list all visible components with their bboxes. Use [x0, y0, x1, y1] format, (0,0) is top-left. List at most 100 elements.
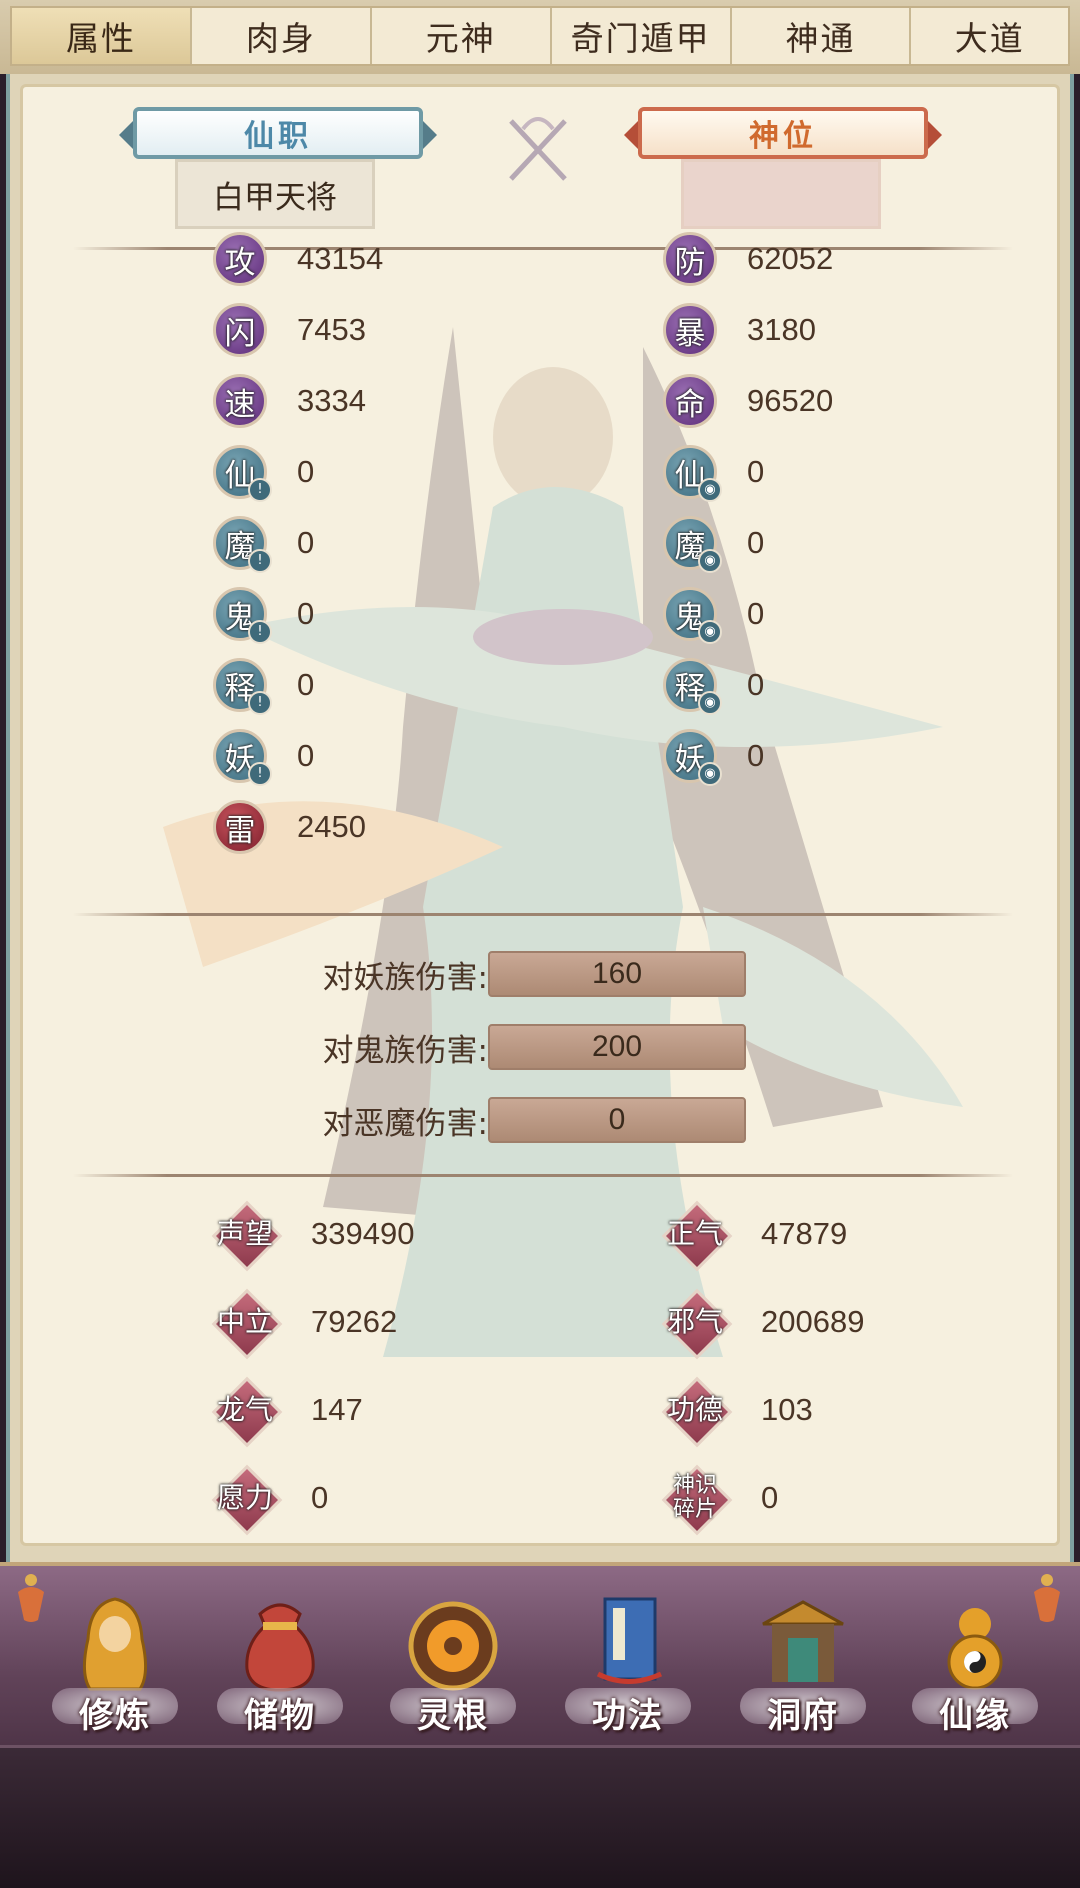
- shield-mark-icon: ◉: [698, 620, 722, 644]
- immortal-def-icon: 仙 ◉: [663, 445, 722, 502]
- damage-value: 160: [488, 951, 746, 997]
- tab-body[interactable]: 肉身: [192, 8, 372, 64]
- immortal-post-title: 仙职: [244, 119, 312, 154]
- nav-spirit-root-button[interactable]: 灵根: [378, 1588, 528, 1738]
- rep-dragon-qi: 龙气 147: [213, 1375, 363, 1445]
- stat-value: 0: [297, 525, 315, 560]
- section-divider: [73, 1174, 1013, 1177]
- god-rank-title: 神位: [749, 119, 817, 154]
- rep-value: 103: [761, 1392, 813, 1427]
- stat-ghost-attack: 鬼! 0: [213, 584, 314, 644]
- rep-soul-fragment: 神识碎片 0: [663, 1463, 778, 1533]
- cultivation-monk-icon: [83, 1597, 147, 1691]
- damage-label: 对妖族伤害:: [322, 959, 488, 996]
- thunder-icon: 雷: [213, 800, 267, 854]
- stat-demon-defense: 魔 ◉ 0: [663, 513, 764, 573]
- nav-label: 仙缘: [939, 1696, 1011, 1736]
- tab-divine-power[interactable]: 神通: [732, 8, 912, 64]
- nav-label: 储物: [244, 1696, 316, 1736]
- tab-qimen[interactable]: 奇门遁甲: [552, 8, 732, 64]
- stat-monster-attack: 妖! 0: [213, 726, 314, 786]
- tab-list: 属性 肉身 元神 奇门遁甲 神通 大道: [10, 6, 1070, 66]
- rep-neutral: 中立 79262: [213, 1287, 397, 1357]
- shield-mark-icon: ◉: [698, 691, 722, 715]
- stat-hp: 命 96520: [663, 371, 833, 431]
- stat-value: 0: [747, 525, 765, 560]
- nav-cave-mansion-button[interactable]: 洞府: [728, 1588, 878, 1738]
- technique-book-icon: [596, 1597, 663, 1684]
- rep-value: 79262: [311, 1304, 398, 1339]
- damage-vs-ghost: 对鬼族伤害: 200: [263, 1022, 746, 1072]
- ghost-atk-icon: 鬼!: [213, 587, 272, 644]
- buddha-atk-icon: 释!: [213, 658, 272, 715]
- attack-mark-icon: !: [248, 478, 272, 502]
- immortal-post-value: 白甲天将: [175, 159, 375, 229]
- badge-right-arrow-icon: [423, 121, 437, 149]
- crossed-swords-icon: [509, 117, 567, 181]
- ghost-def-icon: 鬼 ◉: [663, 587, 722, 644]
- nav-immortal-fate-button[interactable]: 仙缘: [900, 1588, 1050, 1738]
- hp-icon: 命: [663, 374, 717, 428]
- rep-value: 0: [311, 1480, 329, 1515]
- god-rank-badge[interactable]: 神位: [624, 107, 942, 159]
- rep-righteous: 正气 47879: [663, 1199, 847, 1269]
- badge-right-arrow-icon: [928, 121, 942, 149]
- stat-crit: 暴 3180: [663, 300, 816, 360]
- rep-value: 339490: [311, 1216, 415, 1251]
- prestige-icon: 声望: [213, 1202, 277, 1266]
- rep-merit: 功德 103: [663, 1375, 813, 1445]
- tab-spirit[interactable]: 元神: [372, 8, 552, 64]
- neutral-icon: 中立: [213, 1290, 277, 1354]
- section-divider: [73, 913, 1013, 916]
- monster-atk-icon: 妖!: [213, 729, 272, 786]
- nav-label: 灵根: [417, 1696, 489, 1736]
- storage-bag-icon: [245, 1603, 315, 1692]
- rep-wish-power: 愿力 0: [213, 1463, 328, 1533]
- stat-attack: 攻 43154: [213, 229, 383, 289]
- nav-label: 修炼: [79, 1696, 151, 1736]
- damage-label: 对恶魔伤害:: [322, 1105, 488, 1142]
- stat-value: 0: [747, 667, 765, 702]
- soul-fragment-icon: 神识碎片: [663, 1466, 727, 1530]
- stat-immortal-defense: 仙 ◉ 0: [663, 442, 764, 502]
- demon-atk-icon: 魔!: [213, 516, 272, 573]
- speed-icon: 速: [213, 374, 267, 428]
- badge-left-arrow-icon: [119, 121, 133, 149]
- shield-mark-icon: ◉: [698, 549, 722, 573]
- immortal-atk-icon: 仙!: [213, 445, 272, 502]
- stat-thunder: 雷 2450: [213, 797, 366, 857]
- stat-value: 0: [297, 667, 315, 702]
- merit-icon: 功德: [663, 1378, 727, 1442]
- buddha-def-icon: 释 ◉: [663, 658, 722, 715]
- stat-dodge: 闪 7453: [213, 300, 366, 360]
- nav-cultivation-button[interactable]: 修炼: [40, 1588, 190, 1738]
- stat-value: 0: [297, 454, 315, 489]
- damage-vs-monster: 对妖族伤害: 160: [263, 949, 746, 999]
- stat-buddha-attack: 释! 0: [213, 655, 314, 715]
- stat-value: 2450: [297, 809, 366, 844]
- rep-value: 200689: [761, 1304, 865, 1339]
- bottom-nav: 修炼 储物 灵根 功法 洞府 仙缘: [0, 1562, 1080, 1749]
- nav-technique-button[interactable]: 功法: [553, 1588, 703, 1738]
- stat-value: 7453: [297, 312, 366, 347]
- god-rank-value: [681, 159, 881, 229]
- wish-power-icon: 愿力: [213, 1466, 277, 1530]
- stat-value: 43154: [297, 241, 384, 276]
- nav-label: 功法: [592, 1696, 664, 1736]
- damage-label: 对鬼族伤害:: [322, 1032, 488, 1069]
- attack-mark-icon: !: [248, 762, 272, 786]
- stat-value: 0: [747, 738, 765, 773]
- tab-bar: 属性 肉身 元神 奇门遁甲 神通 大道: [0, 0, 1080, 74]
- rep-value: 147: [311, 1392, 363, 1427]
- rep-prestige: 声望 339490: [213, 1199, 414, 1269]
- dodge-icon: 闪: [213, 303, 267, 357]
- attribute-panel: 仙职 白甲天将 神位 攻 43154 闪 7453 速 3334 仙! 0 魔!…: [20, 84, 1060, 1546]
- tab-attributes[interactable]: 属性: [12, 8, 192, 64]
- nav-storage-button[interactable]: 储物: [205, 1588, 355, 1738]
- cave-mansion-icon: [762, 1600, 844, 1682]
- spirit-root-icon: [408, 1601, 498, 1691]
- stat-demon-attack: 魔! 0: [213, 513, 314, 573]
- immortal-post-badge[interactable]: 仙职: [119, 107, 437, 159]
- stat-speed: 速 3334: [213, 371, 366, 431]
- tab-great-dao[interactable]: 大道: [911, 8, 1068, 64]
